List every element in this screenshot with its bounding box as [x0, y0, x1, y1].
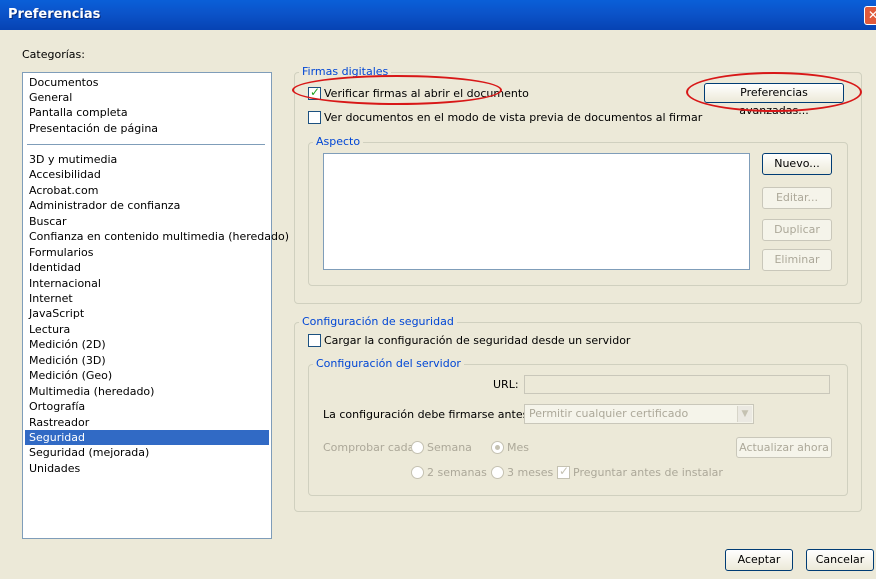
accept-button[interactable]: Aceptar — [725, 549, 793, 571]
list-item[interactable]: Confianza en contenido multimedia (hered… — [25, 229, 289, 244]
list-item[interactable]: Identidad — [25, 260, 269, 275]
radio-3-meses-label: 3 meses — [507, 466, 554, 479]
ask-before-install-label: Preguntar antes de instalar — [573, 466, 723, 479]
radio-semana[interactable] — [411, 441, 424, 454]
duplicate-button[interactable]: Duplicar — [762, 219, 832, 241]
list-separator — [27, 144, 265, 145]
radio-2-semanas-label: 2 semanas — [427, 466, 487, 479]
edit-button[interactable]: Editar... — [762, 187, 832, 209]
list-item[interactable]: Medición (2D) — [25, 337, 269, 352]
categories-list[interactable]: Documentos General Pantalla completa Pre… — [22, 72, 289, 539]
list-item[interactable]: Pantalla completa — [25, 105, 269, 120]
aspecto-title: Aspecto — [313, 135, 364, 148]
radio-mes-label: Mes — [507, 441, 529, 454]
title-bar: Preferencias ✕ — [0, 0, 876, 30]
list-item[interactable]: Internet — [25, 291, 269, 306]
list-item[interactable]: Acrobat.com — [25, 183, 269, 198]
window-title: Preferencias — [8, 7, 101, 22]
update-now-button[interactable]: Actualizar ahora — [736, 437, 832, 458]
list-item[interactable]: Seguridad (mejorada) — [25, 445, 269, 460]
list-item[interactable]: Unidades — [25, 461, 269, 476]
sign-before-label: La configuración debe firmarse antes del… — [323, 408, 553, 421]
url-input[interactable] — [524, 375, 830, 394]
preview-mode-label: Ver documentos en el modo de vista previ… — [324, 111, 703, 124]
load-from-server-checkbox[interactable] — [308, 334, 321, 347]
radio-mes[interactable] — [491, 441, 504, 454]
checkmark-icon: ✓ — [559, 464, 570, 478]
annotation-ellipse-verify — [292, 75, 502, 105]
list-item[interactable]: Administrador de confianza — [25, 198, 269, 213]
load-from-server-label: Cargar la configuración de seguridad des… — [324, 334, 631, 347]
chevron-down-icon: ▼ — [737, 406, 752, 422]
radio-2-semanas[interactable] — [411, 466, 424, 479]
list-item[interactable]: Rastreador — [25, 415, 269, 430]
ask-before-install-checkbox[interactable]: ✓ — [557, 464, 570, 479]
security-settings-title: Configuración de seguridad — [299, 315, 457, 328]
close-icon: ✕ — [867, 8, 876, 22]
url-label: URL: — [493, 378, 519, 391]
list-item[interactable]: Accesibilidad — [25, 167, 269, 182]
appearance-list[interactable] — [323, 153, 750, 270]
categories-label: Categorías: — [22, 48, 85, 61]
server-settings-title: Configuración del servidor — [313, 357, 464, 370]
radio-semana-label: Semana — [427, 441, 472, 454]
list-item[interactable]: JavaScript — [25, 306, 269, 321]
list-item[interactable]: Medición (3D) — [25, 353, 269, 368]
radio-selected-dot — [495, 445, 500, 450]
check-every-label: Comprobar cada: — [323, 441, 419, 454]
list-item[interactable]: Internacional — [25, 276, 269, 291]
radio-3-meses[interactable] — [491, 466, 504, 479]
annotation-ellipse-advanced — [686, 72, 862, 112]
list-item[interactable]: Presentación de página — [25, 121, 269, 136]
list-item[interactable]: Multimedia (heredado) — [25, 384, 269, 399]
list-item[interactable]: Formularios — [25, 245, 269, 260]
close-button[interactable]: ✕ — [864, 6, 876, 25]
new-button[interactable]: Nuevo... — [762, 153, 832, 175]
sign-before-value: Permitir cualquier certificado — [529, 407, 689, 420]
delete-button[interactable]: Eliminar — [762, 249, 832, 271]
list-item[interactable]: 3D y mutimedia — [25, 152, 269, 167]
list-item[interactable]: General — [25, 90, 269, 105]
list-item[interactable]: Buscar — [25, 214, 269, 229]
sign-before-select[interactable]: Permitir cualquier certificado ▼ — [524, 404, 754, 424]
list-item[interactable]: Documentos — [25, 75, 269, 90]
list-item-selected[interactable]: Seguridad — [25, 430, 269, 445]
preview-mode-checkbox[interactable] — [308, 111, 321, 124]
list-item[interactable]: Ortografía — [25, 399, 269, 414]
list-item[interactable]: Medición (Geo) — [25, 368, 269, 383]
list-item[interactable]: Lectura — [25, 322, 269, 337]
cancel-button[interactable]: Cancelar — [806, 549, 874, 571]
